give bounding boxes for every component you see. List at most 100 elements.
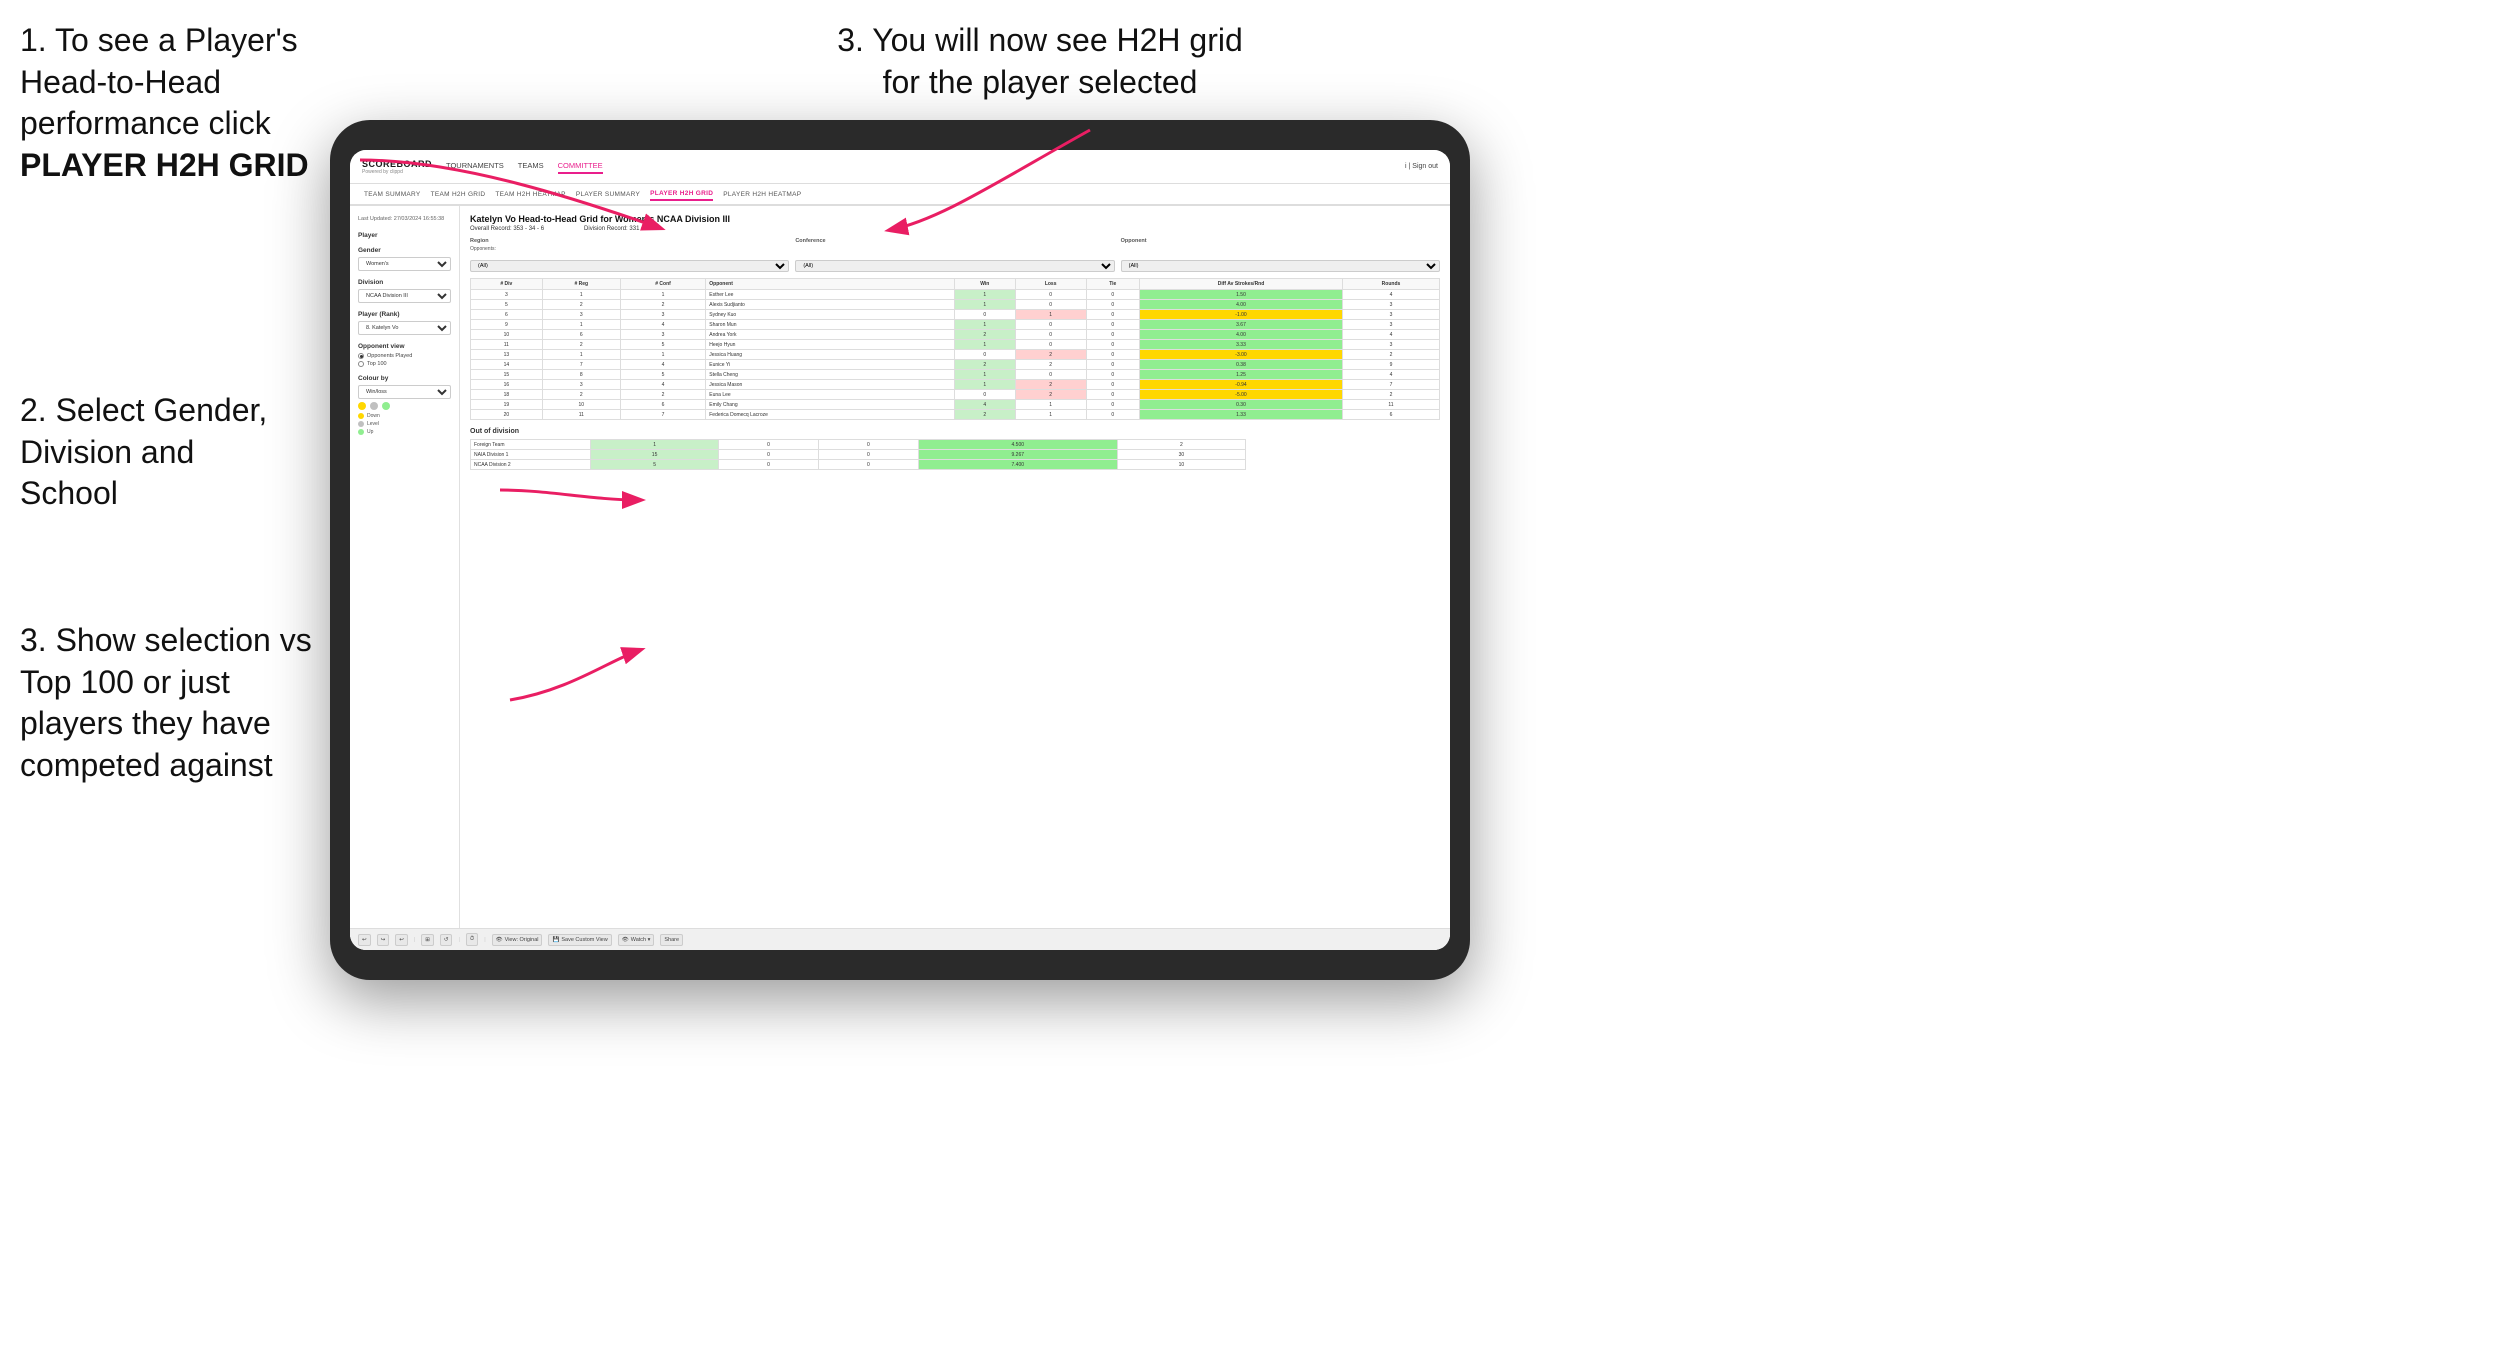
radio-opponents-played[interactable]: Opponents Played bbox=[358, 353, 451, 359]
cell-div: 14 bbox=[471, 360, 543, 370]
share-btn[interactable]: Share bbox=[660, 934, 683, 946]
cell-rounds: 2 bbox=[1342, 350, 1439, 360]
legend-dot-level bbox=[358, 421, 364, 427]
table-row: 13 1 1 Jessica Huang 0 2 0 -3.00 2 bbox=[471, 350, 1440, 360]
cell-diff: -0.94 bbox=[1140, 380, 1343, 390]
colour-dots bbox=[358, 402, 451, 410]
table-row: 5 2 2 Alexis Sudjianto 1 0 0 4.00 3 bbox=[471, 300, 1440, 310]
table-row: 20 11 7 Federica Domecq Lacroze 2 1 0 1.… bbox=[471, 410, 1440, 420]
cell-win: 1 bbox=[954, 340, 1015, 350]
colour-dot-level bbox=[370, 402, 378, 410]
sub-nav-player-summary[interactable]: PLAYER SUMMARY bbox=[576, 189, 640, 200]
cell-win: 1 bbox=[954, 320, 1015, 330]
ood-cell-rounds: 2 bbox=[1117, 440, 1245, 450]
cell-rounds: 7 bbox=[1342, 380, 1439, 390]
overall-record: Overall Record: 353 - 34 - 6 bbox=[470, 226, 544, 232]
cell-win: 1 bbox=[954, 380, 1015, 390]
tablet-screen: SCOREBOARD Powered by clippd TOURNAMENTS… bbox=[350, 150, 1450, 950]
cell-reg: 3 bbox=[542, 310, 620, 320]
cell-reg: 3 bbox=[542, 380, 620, 390]
col-win: Win bbox=[954, 279, 1015, 290]
ood-table-row: NCAA Division 2 5 0 0 7.400 10 bbox=[471, 460, 1246, 470]
cell-reg: 8 bbox=[542, 370, 620, 380]
ood-table-row: Foreign Team 1 0 0 4.500 2 bbox=[471, 440, 1246, 450]
cell-opponent: Euna Lee bbox=[706, 390, 955, 400]
cell-diff: 1.25 bbox=[1140, 370, 1343, 380]
table-row: 19 10 6 Emily Chang 4 1 0 0.30 11 bbox=[471, 400, 1440, 410]
ood-cell-rounds: 10 bbox=[1117, 460, 1245, 470]
sub-nav-player-heatmap[interactable]: PLAYER H2H HEATMAP bbox=[723, 189, 801, 200]
cell-reg: 7 bbox=[542, 360, 620, 370]
cell-opponent: Alexis Sudjianto bbox=[706, 300, 955, 310]
instruction-step3-top: 3. You will now see H2H grid for the pla… bbox=[830, 20, 1250, 103]
cell-tie: 0 bbox=[1086, 400, 1140, 410]
player-rank-section: Player (Rank) 8. Katelyn Vo bbox=[358, 311, 451, 335]
gender-select[interactable]: Women's bbox=[358, 257, 451, 271]
ood-cell-loss: 0 bbox=[719, 450, 819, 460]
cell-conf: 2 bbox=[620, 300, 705, 310]
cell-opponent: Eunice Yi bbox=[706, 360, 955, 370]
nav-tournaments[interactable]: TOURNAMENTS bbox=[446, 159, 504, 174]
cell-reg: 10 bbox=[542, 400, 620, 410]
sub-nav-player-h2h[interactable]: PLAYER H2H GRID bbox=[650, 188, 713, 201]
col-tie: Tie bbox=[1086, 279, 1140, 290]
nav-teams[interactable]: TEAMS bbox=[518, 159, 544, 174]
conference-select[interactable]: (All) bbox=[795, 260, 1114, 272]
data-area: Katelyn Vo Head-to-Head Grid for Women's… bbox=[460, 206, 1450, 950]
record-row: Overall Record: 353 - 34 - 6 Division Re… bbox=[470, 226, 1440, 232]
cell-conf: 2 bbox=[620, 390, 705, 400]
cell-rounds: 4 bbox=[1342, 370, 1439, 380]
region-select[interactable]: (All) bbox=[470, 260, 789, 272]
cell-div: 5 bbox=[471, 300, 543, 310]
cell-div: 13 bbox=[471, 350, 543, 360]
sub-nav-team-h2h[interactable]: TEAM H2H GRID bbox=[431, 189, 486, 200]
cell-div: 3 bbox=[471, 290, 543, 300]
cell-div: 11 bbox=[471, 340, 543, 350]
colour-select[interactable]: Win/loss bbox=[358, 385, 451, 399]
cell-div: 18 bbox=[471, 390, 543, 400]
cell-tie: 0 bbox=[1086, 290, 1140, 300]
legend-level: Level bbox=[367, 421, 379, 427]
radio-top100[interactable]: Top 100 bbox=[358, 361, 451, 367]
sidebar: Last Updated: 27/03/2024 16:55:38 Player… bbox=[350, 206, 460, 950]
cell-opponent: Andrea York bbox=[706, 330, 955, 340]
col-conf: # Conf bbox=[620, 279, 705, 290]
cell-conf: 4 bbox=[620, 380, 705, 390]
cell-win: 2 bbox=[954, 410, 1015, 420]
cell-loss: 0 bbox=[1015, 290, 1086, 300]
save-custom-btn[interactable]: 💾 Save Custom View bbox=[548, 934, 611, 946]
cell-diff: 4.00 bbox=[1140, 300, 1343, 310]
sub-nav-team-heatmap[interactable]: TEAM H2H HEATMAP bbox=[495, 189, 565, 200]
table-row: 18 2 2 Euna Lee 0 2 0 -5.00 2 bbox=[471, 390, 1440, 400]
cell-tie: 0 bbox=[1086, 310, 1140, 320]
col-diff: Diff Av Strokes/Rnd bbox=[1140, 279, 1343, 290]
cell-loss: 0 bbox=[1015, 330, 1086, 340]
cell-diff: 1.33 bbox=[1140, 410, 1343, 420]
opponent-filter: Opponent (All) bbox=[1121, 238, 1440, 272]
watch-btn[interactable]: 👁 Watch ▾ bbox=[618, 934, 655, 946]
cell-opponent: Sydney Kuo bbox=[706, 310, 955, 320]
cell-reg: 1 bbox=[542, 320, 620, 330]
cell-opponent: Sharon Mun bbox=[706, 320, 955, 330]
cell-tie: 0 bbox=[1086, 300, 1140, 310]
cell-conf: 4 bbox=[620, 320, 705, 330]
cell-opponent: Esther Lee bbox=[706, 290, 955, 300]
view-icon: 👁 bbox=[496, 937, 503, 943]
cell-opponent: Jessica Mason bbox=[706, 380, 955, 390]
cell-loss: 1 bbox=[1015, 410, 1086, 420]
bottom-toolbar: ↩ ↪ ↩ | ⊞ ↺ | ⏱ | 👁 View: Original bbox=[460, 928, 1450, 950]
nav-committee[interactable]: COMMITTEE bbox=[558, 159, 603, 174]
legend-up: Up bbox=[367, 429, 373, 435]
cell-loss: 1 bbox=[1015, 310, 1086, 320]
sub-nav-team-summary[interactable]: TEAM SUMMARY bbox=[364, 189, 421, 200]
clock-btn[interactable]: ⏱ bbox=[466, 933, 478, 946]
cell-conf: 7 bbox=[620, 410, 705, 420]
opponent-select[interactable]: (All) bbox=[1121, 260, 1440, 272]
division-select[interactable]: NCAA Division III bbox=[358, 289, 451, 303]
colour-dot-up bbox=[382, 402, 390, 410]
player-rank-select[interactable]: 8. Katelyn Vo bbox=[358, 321, 451, 335]
cell-reg: 6 bbox=[542, 330, 620, 340]
gender-section: Gender Women's bbox=[358, 247, 451, 271]
view-original-btn[interactable]: 👁 View: Original bbox=[492, 934, 543, 946]
cell-reg: 2 bbox=[542, 340, 620, 350]
